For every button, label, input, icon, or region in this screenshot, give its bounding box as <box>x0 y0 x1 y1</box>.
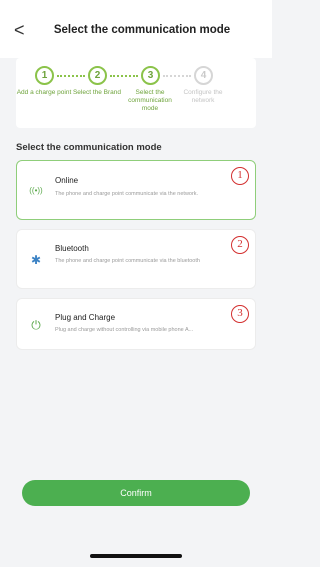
step-2-circle: 2 <box>88 66 107 85</box>
mode-option-online[interactable]: ((•)) Online The phone and charge point … <box>16 160 256 220</box>
mode-option-bluetooth[interactable]: ✱ Bluetooth The phone and charge point c… <box>16 229 256 289</box>
section-label: Select the communication mode <box>16 142 162 153</box>
bluetooth-icon: ✱ <box>30 253 42 267</box>
step-3-label: Select the communication mode <box>128 89 172 112</box>
step-3-circle: 3 <box>141 66 160 85</box>
annotation-marker: 3 <box>231 305 249 323</box>
home-indicator <box>90 554 182 558</box>
step-4-circle: 4 <box>194 66 213 85</box>
mode-title: Plug and Charge <box>55 313 116 322</box>
mode-description: The phone and charge point communicate v… <box>55 191 199 197</box>
mode-title: Bluetooth <box>55 244 89 253</box>
step-connector <box>110 75 138 77</box>
page-title: Select the communication mode <box>53 24 231 36</box>
mode-description: Plug and charge without controlling via … <box>55 327 194 333</box>
annotation-marker: 2 <box>231 236 249 254</box>
mode-option-plug-and-charge[interactable]: ⏻ Plug and Charge Plug and charge withou… <box>16 298 256 350</box>
plug-icon: ⏻ <box>31 318 41 332</box>
step-connector <box>163 75 191 77</box>
wifi-signal-icon: ((•)) <box>29 186 43 195</box>
step-connector <box>57 75 85 77</box>
confirm-button[interactable]: Confirm <box>22 480 250 506</box>
step-2-label: Select the Brand <box>72 89 122 96</box>
progress-stepper: 1 2 3 4 Add a charge point Select the Br… <box>16 58 256 128</box>
step-1-label: Add a charge point <box>16 89 72 96</box>
annotation-marker: 1 <box>231 167 249 185</box>
mode-description: The phone and charge point communicate v… <box>55 258 200 264</box>
step-1-circle: 1 <box>35 66 54 85</box>
step-4-label: Configure the network <box>183 89 223 104</box>
header-bar: < Select the communication mode <box>0 0 272 58</box>
mode-title: Online <box>55 176 79 185</box>
